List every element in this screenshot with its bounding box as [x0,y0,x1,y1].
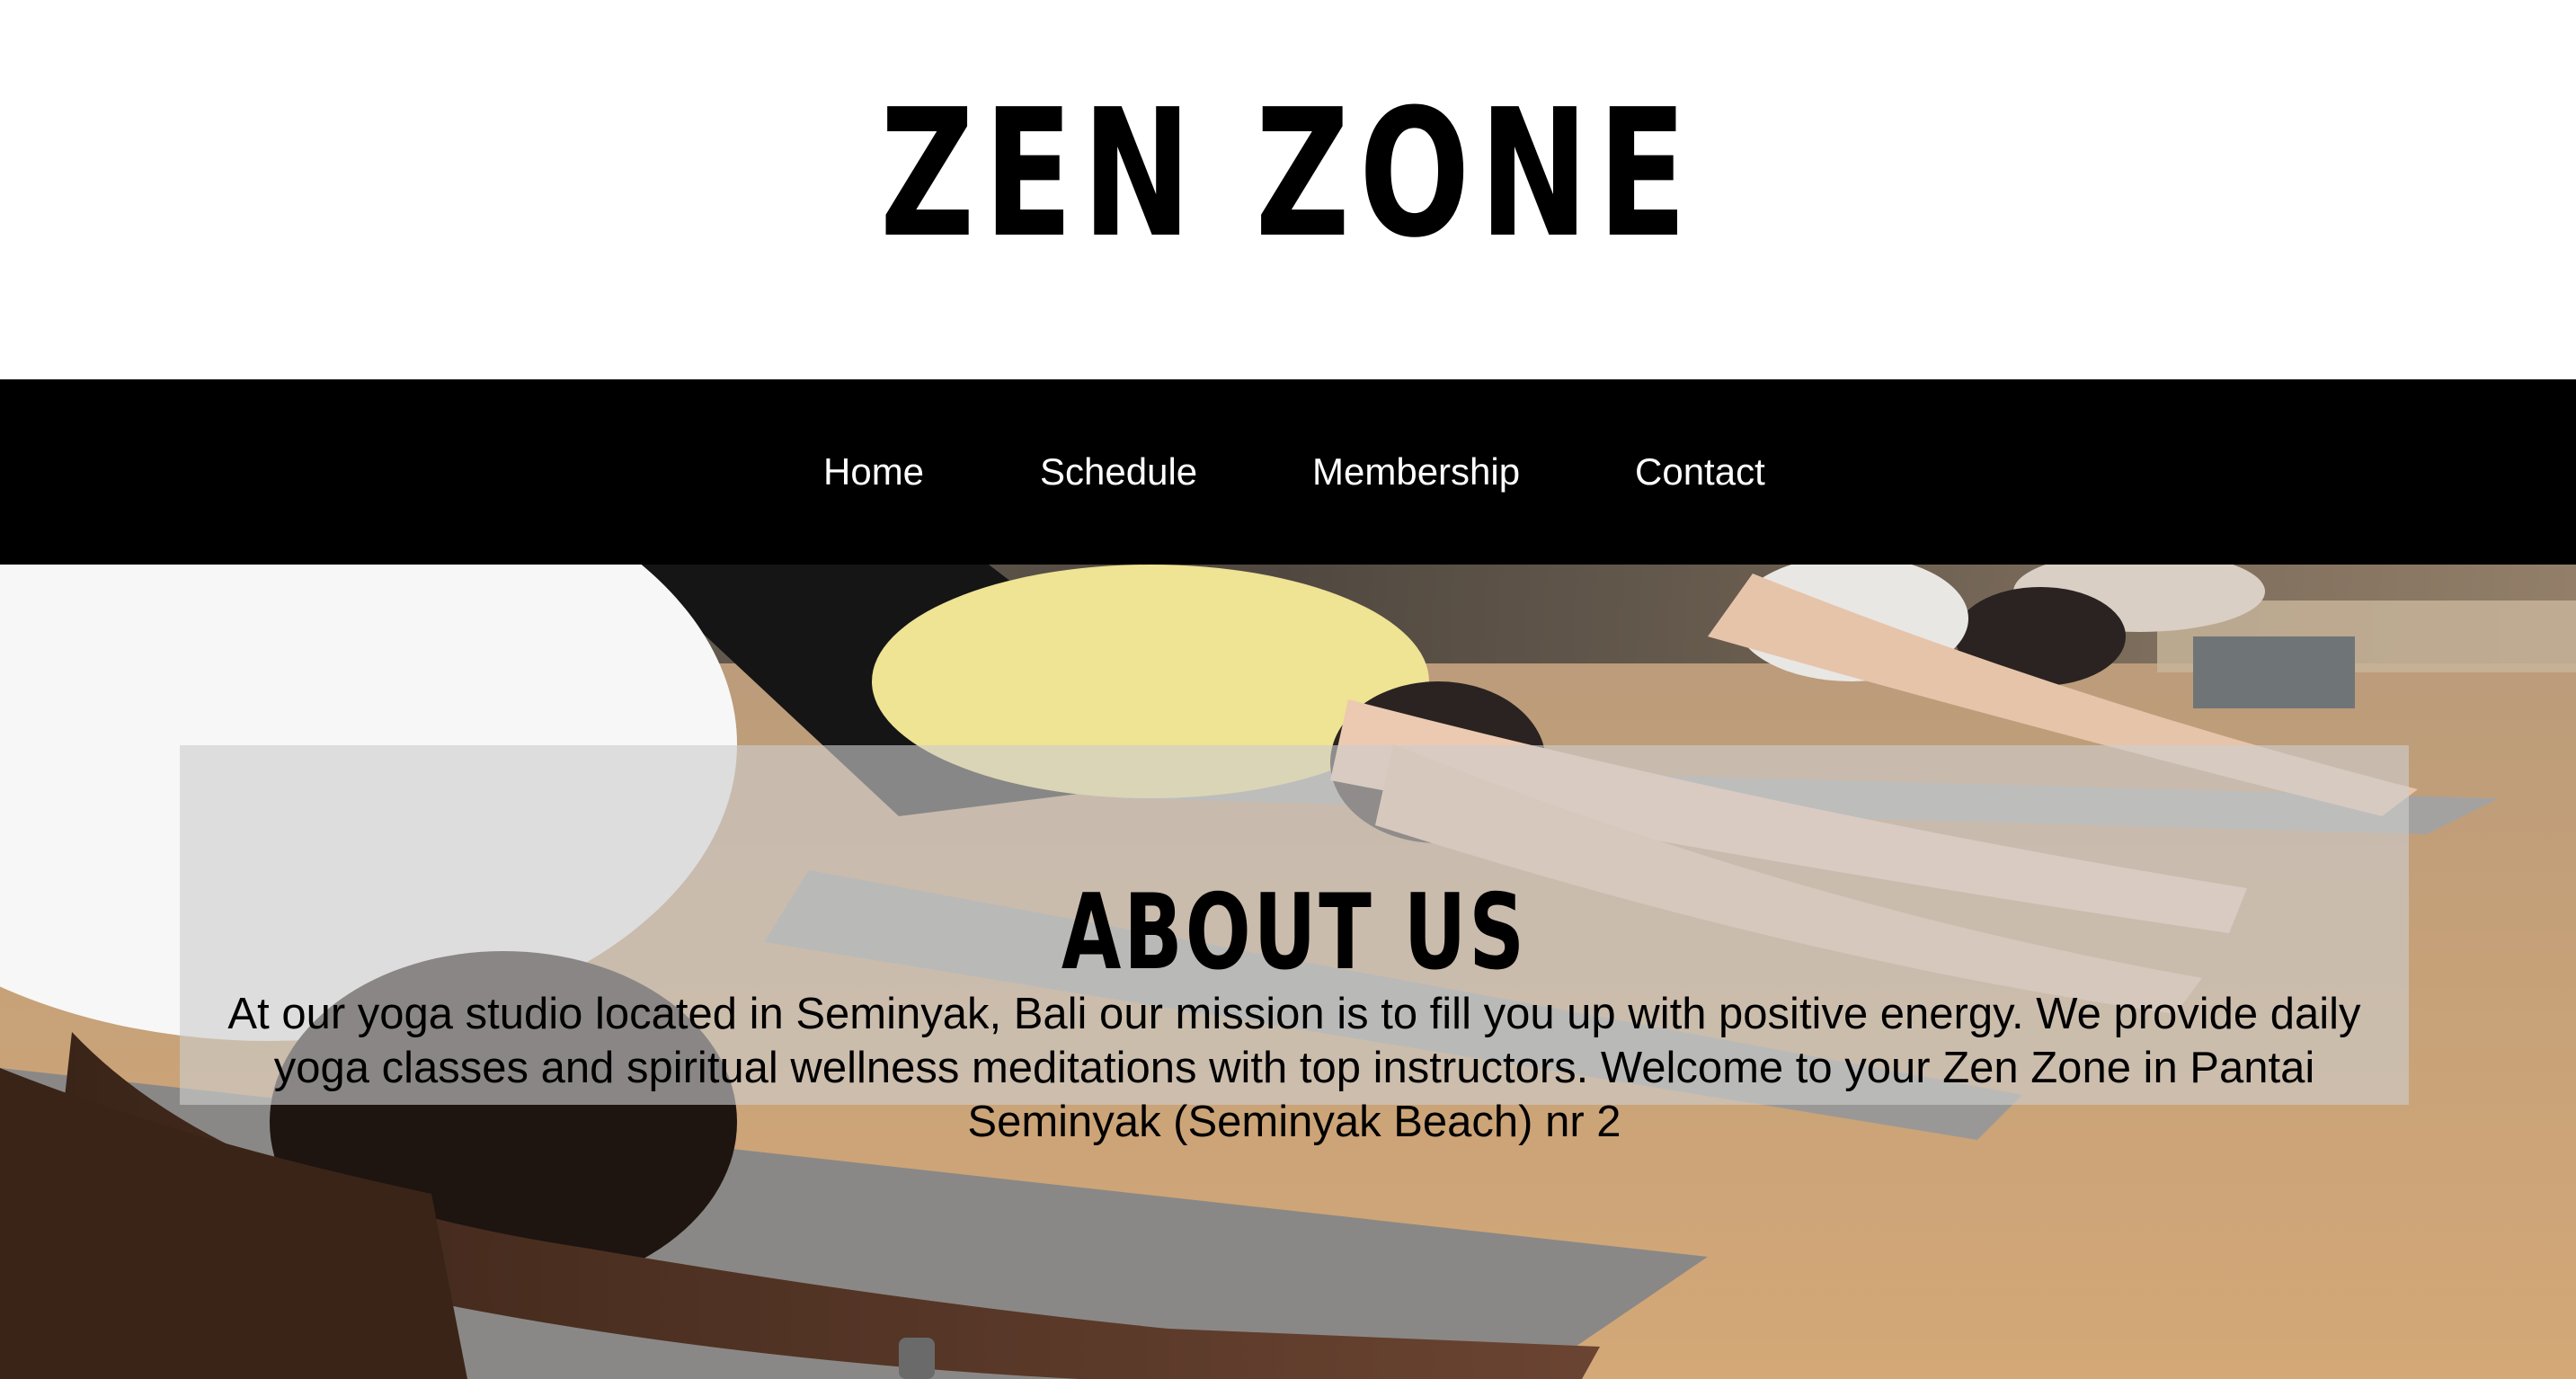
site-logo[interactable]: ZEN ZONE [335,76,2242,273]
site-header: ZEN ZONE [0,0,2576,379]
nav-item-contact[interactable]: Contact [1635,379,1765,565]
nav-item-membership[interactable]: Membership [1312,379,1520,565]
about-title: ABOUT US [1061,872,1528,994]
about-description: At our yoga studio located in Seminyak, … [227,990,2361,1146]
about-panel: ABOUT US At our yoga studio located in S… [180,745,2409,1146]
main-nav: Home Schedule Membership Contact [0,379,2576,565]
nav-item-schedule[interactable]: Schedule [1040,379,1197,565]
page: ZEN ZONE Home Schedule Membership Contac… [0,0,2576,1379]
nav-item-home[interactable]: Home [823,379,924,565]
